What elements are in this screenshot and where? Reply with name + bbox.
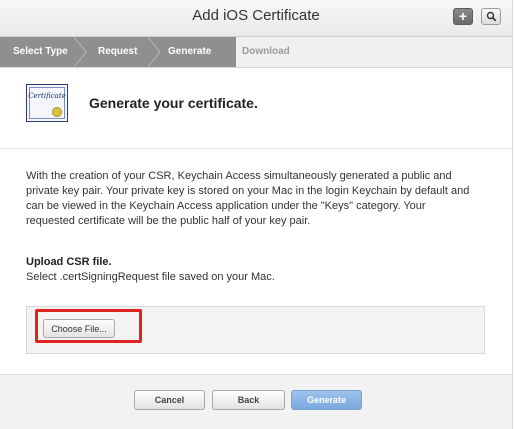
upload-subtitle: Select .certSigningRequest file saved on… <box>26 271 275 283</box>
step-progress-bar: Select Type Request Generate Download <box>0 37 512 68</box>
step-download: Download <box>242 46 290 57</box>
step-active-arrow-icon <box>222 37 236 67</box>
step-separator-icon <box>73 37 87 67</box>
certificate-icon-text: Certificate <box>28 92 66 100</box>
step-separator-icon <box>147 37 161 67</box>
generate-button[interactable]: Generate <box>291 390 362 410</box>
cancel-button[interactable]: Cancel <box>134 390 205 410</box>
step-select-type: Select Type <box>13 46 68 57</box>
search-button[interactable] <box>481 8 501 25</box>
divider <box>0 148 512 149</box>
annotation-highlight-box <box>35 309 142 343</box>
section-heading: Generate your certificate. <box>89 95 258 111</box>
add-button[interactable]: + <box>453 8 473 25</box>
page-title: Add iOS Certificate <box>192 7 320 24</box>
title-bar: Add iOS Certificate + <box>0 0 512 37</box>
seal-icon <box>52 107 62 117</box>
step-request: Request <box>98 46 138 57</box>
description-text: With the creation of your CSR, Keychain … <box>26 170 470 227</box>
plus-icon: + <box>458 8 468 24</box>
certificate-icon: Certificate <box>26 84 68 122</box>
step-generate: Generate <box>168 46 212 57</box>
dialog: Add iOS Certificate + Select Type Reques… <box>0 0 513 429</box>
back-button[interactable]: Back <box>212 390 285 410</box>
search-icon <box>486 11 496 22</box>
upload-title: Upload CSR file. <box>26 256 112 268</box>
